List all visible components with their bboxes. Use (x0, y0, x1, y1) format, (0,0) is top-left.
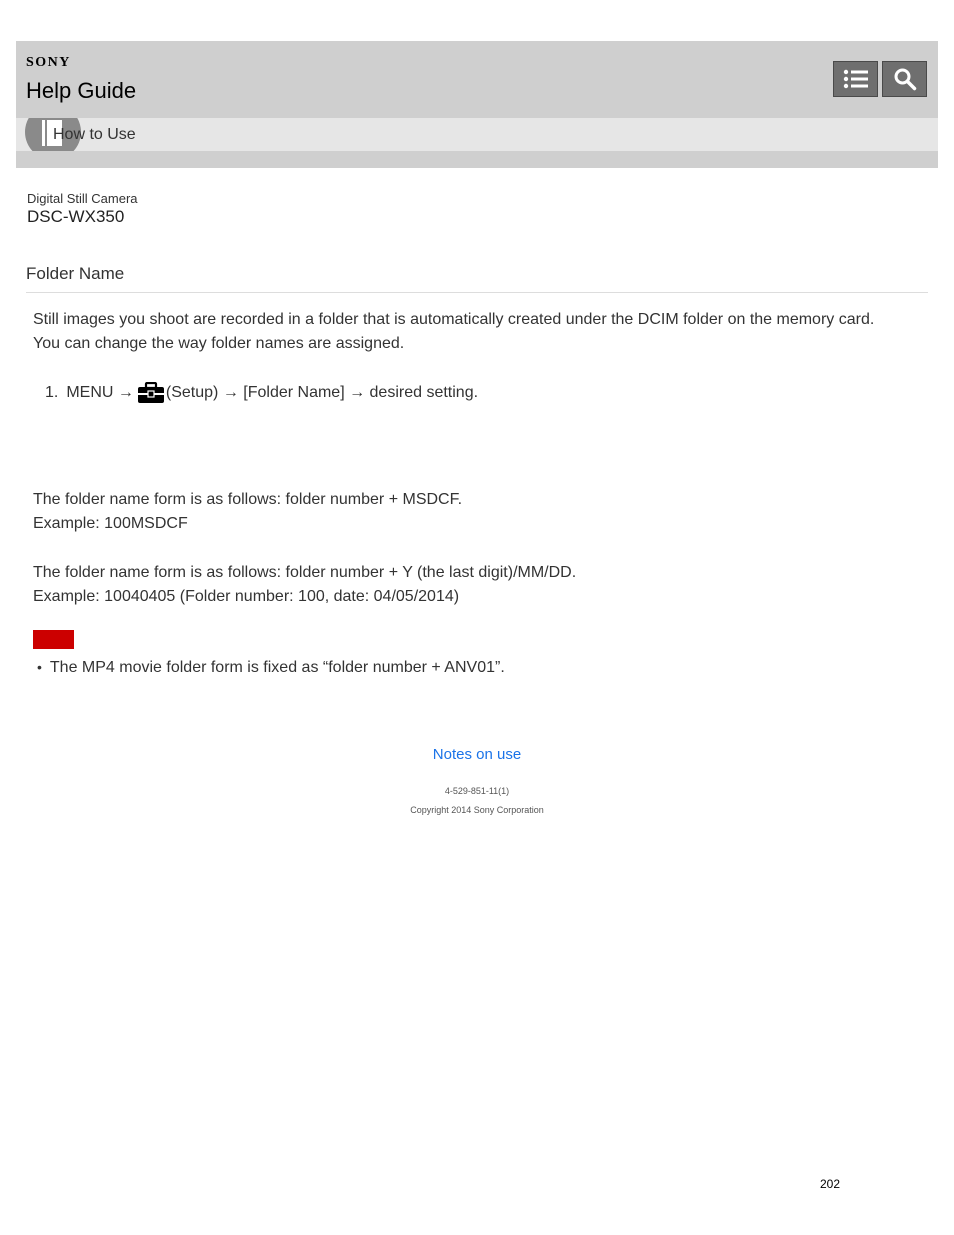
title-divider (26, 292, 928, 293)
search-button[interactable] (882, 61, 927, 97)
option-standard-description: The folder name form is as follows: fold… (33, 488, 923, 536)
note-list-item: • The MP4 movie folder form is fixed as … (37, 659, 505, 677)
intro-paragraph: Still images you shoot are recorded in a… (33, 308, 923, 356)
sony-logo[interactable]: SONY (26, 55, 71, 71)
option-2-line-2: Example: 10040405 (Folder number: 100, d… (33, 588, 460, 605)
bullet-dot: • (37, 659, 42, 675)
option-date-description: The folder name form is as follows: fold… (33, 561, 923, 609)
breadcrumb-how-to-use[interactable]: How to Use (53, 126, 136, 144)
list-menu-icon (843, 69, 868, 89)
step-1: 1. MENU → (Setup) → [Folder Name] → desi… (45, 382, 478, 404)
option-2-line-1: The folder name form is as follows: fold… (33, 564, 577, 581)
search-icon (894, 68, 916, 91)
page-number: 202 (820, 1177, 841, 1191)
product-model: DSC-WX350 (27, 207, 125, 226)
option-1-line-2: Example: 100MSDCF (33, 515, 188, 532)
option-1-line-1: The folder name form is as follows: fold… (33, 491, 463, 508)
site-header: SONY Help Guide How to Use (16, 41, 938, 168)
step-menu-text: MENU → (66, 384, 134, 401)
breadcrumb-bar: How to Use (16, 118, 938, 151)
help-guide-title[interactable]: Help Guide (26, 78, 136, 104)
intro-line-2: You can change the way folder names are … (33, 335, 405, 352)
note-marker (33, 630, 74, 649)
intro-line-1: Still images you shoot are recorded in a… (33, 311, 875, 328)
copyright: Copyright 2014 Sony Corporation (410, 805, 544, 815)
menu-button[interactable] (833, 61, 878, 97)
step-setup-text: (Setup) → [Folder Name] → desired settin… (165, 384, 479, 401)
step-number: 1. (45, 384, 59, 401)
toolbox-setup-icon (137, 382, 164, 403)
page-title: Folder Name (26, 264, 125, 283)
product-category: Digital Still Camera (27, 191, 138, 206)
notes-on-use-link[interactable]: Notes on use (0, 746, 954, 763)
document-code: 4-529-851-11(1) (444, 786, 510, 796)
note-text: The MP4 movie folder form is fixed as “f… (49, 659, 505, 676)
